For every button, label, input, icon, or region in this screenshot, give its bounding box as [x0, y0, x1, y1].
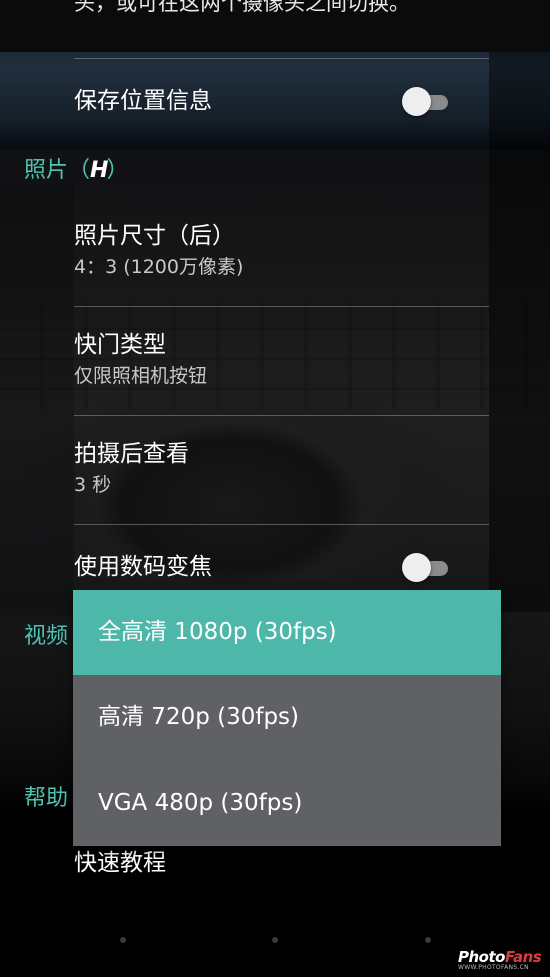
setting-label: 快门类型 — [74, 332, 166, 358]
section-title-prefix: 照片（ — [24, 158, 91, 183]
section-header-photo: 照片（H） — [24, 156, 128, 186]
setting-value: 3 秒 — [74, 474, 112, 496]
photofans-watermark: PhotoFans WWW.PHOTOFANS.CN — [458, 948, 550, 976]
digital-zoom-toggle[interactable] — [402, 553, 450, 583]
setting-value: 4：3 (1200万像素) — [74, 256, 244, 278]
top-bar: 头，或可在这两个摄像头之间切换。 — [0, 0, 550, 52]
section-header-help: 帮助 — [24, 786, 69, 811]
left-shade — [0, 185, 74, 615]
section-header-video: 视频 — [24, 624, 69, 649]
setting-photo-size[interactable]: 照片尺寸（后） 4：3 (1200万像素) — [74, 221, 489, 280]
hasselblad-logo-icon: H — [90, 158, 108, 183]
toggle-thumb — [402, 87, 431, 116]
setting-label: 快速教程 — [74, 850, 166, 876]
setting-shutter-type[interactable]: 快门类型 仅限照相机按钮 — [74, 330, 489, 389]
divider — [74, 306, 489, 307]
resolution-option-480p[interactable]: VGA 480p (30fps) — [73, 761, 501, 846]
nav-dot — [272, 937, 278, 943]
setting-quick-tutorial[interactable]: 快速教程 — [74, 848, 489, 878]
camera-switch-description: 头，或可在这两个摄像头之间切换。 — [74, 0, 410, 15]
save-location-toggle[interactable] — [402, 87, 450, 117]
toggle-thumb — [402, 553, 431, 582]
resolution-option-720p[interactable]: 高清 720p (30fps) — [73, 675, 501, 760]
divider — [74, 524, 489, 525]
setting-label: 照片尺寸（后） — [74, 223, 235, 249]
setting-value: 仅限照相机按钮 — [74, 365, 208, 387]
video-resolution-popup: 全高清 1080p (30fps) 高清 720p (30fps) VGA 48… — [73, 590, 501, 846]
resolution-option-1080p[interactable]: 全高清 1080p (30fps) — [73, 590, 501, 675]
setting-review[interactable]: 拍摄后查看 3 秒 — [74, 439, 489, 498]
nav-dot — [425, 937, 431, 943]
divider — [74, 58, 489, 59]
divider — [74, 415, 489, 416]
nav-dot — [120, 937, 126, 943]
section-title-suffix: ） — [106, 158, 129, 183]
setting-label: 拍摄后查看 — [74, 441, 189, 467]
right-shade — [489, 52, 550, 612]
